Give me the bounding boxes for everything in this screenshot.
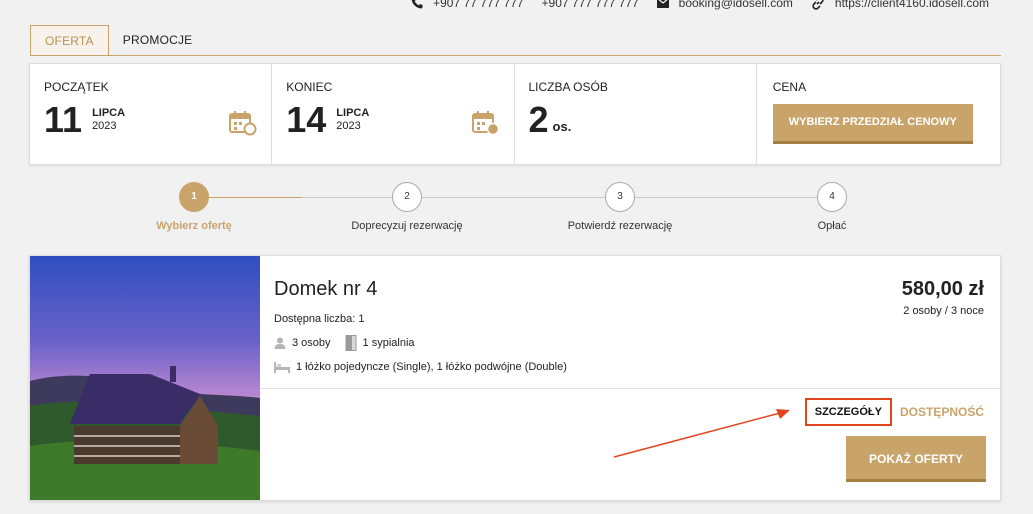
start-date-field[interactable]: POCZĄTEK 11 LIPCA 2023: [30, 64, 273, 164]
step-4[interactable]: 4 Opłać: [732, 182, 932, 232]
offer-card: Domek nr 4 Dostępna liczba: 1 3 osoby 1 …: [29, 255, 1001, 501]
calendar-icon[interactable]: [229, 110, 257, 136]
tab-promocje[interactable]: PROMOCJE: [109, 25, 207, 55]
calendar-icon[interactable]: [471, 110, 500, 136]
step-1-label: Wybierz ofertę: [156, 220, 232, 232]
step-2-number: 2: [392, 182, 422, 212]
offer-price-block: 580,00 zł 2 osoby / 3 noce: [902, 278, 984, 317]
contact-bar: +907 77 777 777 +907 777 777 777 booking…: [393, 0, 989, 12]
email-text: booking@idosell.com: [678, 0, 793, 10]
phone-text-2: +907 777 777 777: [541, 0, 639, 10]
offer-photo[interactable]: [30, 256, 260, 500]
step-2-label: Doprecyzuj rezerwację: [351, 220, 463, 232]
end-date-field[interactable]: KONIEC 14 LIPCA 2023: [272, 64, 515, 164]
website-text: https://client4160.idosell.com: [834, 0, 989, 10]
booking-steps: 1 Wybierz ofertę 2 Doprecyzuj rezerwację…: [0, 182, 1033, 242]
end-day: 14: [286, 99, 327, 140]
annotation-arrow: [613, 409, 790, 458]
envelope-icon: [656, 0, 669, 8]
end-date-label: KONIEC: [286, 80, 333, 94]
bed-icon: [274, 361, 290, 373]
website-contact[interactable]: https://client4160.idosell.com: [811, 0, 989, 10]
offer-links: SZCZEGÓŁY DOSTĘPNOŚĆ: [804, 398, 984, 426]
price-label: CENA: [772, 80, 807, 94]
email-contact[interactable]: booking@idosell.com: [656, 0, 793, 10]
select-price-range-button[interactable]: WYBIERZ PRZEDZIAŁ CENOWY: [772, 104, 973, 144]
offer-availability-count: Dostępna liczba: 1: [274, 313, 365, 325]
start-month: LIPCA: [92, 107, 126, 119]
persons-label: LICZBA OSÓB: [528, 80, 608, 94]
door-icon: [345, 335, 357, 351]
offer-title[interactable]: Domek nr 4: [274, 278, 573, 301]
step-4-number: 4: [817, 182, 847, 212]
phone-contact-2[interactable]: +907 777 777 777: [542, 0, 639, 10]
end-month: LIPCA: [336, 107, 370, 119]
step-1-number: 1: [179, 182, 209, 212]
step-2[interactable]: 2 Doprecyzuj rezerwację: [307, 182, 507, 232]
person-icon: [274, 337, 286, 349]
offer-tabs: OFERTA PROMOCJE: [30, 25, 206, 56]
tab-divider: [30, 55, 1001, 56]
card-divider: [260, 388, 1000, 389]
link-icon: [812, 0, 824, 10]
step-3-label: Potwierdź rezerwację: [567, 220, 673, 232]
availability-link[interactable]: DOSTĘPNOŚĆ: [900, 405, 984, 419]
booking-search-panel: POCZĄTEK 11 LIPCA 2023 KONIEC 14 LIPCA 202…: [29, 63, 1001, 165]
tab-oferta[interactable]: OFERTA: [30, 25, 109, 56]
price-field: CENA WYBIERZ PRZEDZIAŁ CENOWY: [757, 64, 1000, 164]
show-offers-button[interactable]: POKAŻ OFERTY: [846, 436, 986, 482]
step-3-number: 3: [605, 182, 635, 212]
phone-icon: [411, 0, 423, 9]
offer-price: 580,00 zł: [901, 278, 984, 300]
offer-persons: 3 osoby: [292, 337, 331, 349]
step-3[interactable]: 3 Potwierdź rezerwację: [520, 182, 720, 232]
start-date-label: POCZĄTEK: [44, 80, 109, 94]
end-year: 2023: [336, 120, 361, 132]
step-1[interactable]: 1 Wybierz ofertę: [94, 182, 294, 232]
persons-count: 2: [528, 99, 549, 140]
step-4-label: Opłać: [817, 220, 847, 232]
offer-price-note: 2 osoby / 3 noce: [903, 305, 984, 317]
persons-unit: os.: [552, 119, 572, 134]
details-button[interactable]: SZCZEGÓŁY: [804, 398, 892, 426]
offer-beds: 1 łóżko pojedyncze (Single), 1 łóżko pod…: [296, 361, 567, 373]
start-year: 2023: [92, 120, 117, 132]
start-day: 11: [44, 99, 83, 140]
phone-text-1: +907 77 777 777: [433, 0, 524, 10]
persons-field[interactable]: LICZBA OSÓB 2 os.: [515, 64, 757, 164]
offer-bedrooms: 1 sypialnia: [362, 337, 415, 349]
phone-contact-1[interactable]: +907 77 777 777: [411, 0, 524, 10]
offer-info: Domek nr 4 Dostępna liczba: 1 3 osoby 1 …: [274, 278, 573, 373]
